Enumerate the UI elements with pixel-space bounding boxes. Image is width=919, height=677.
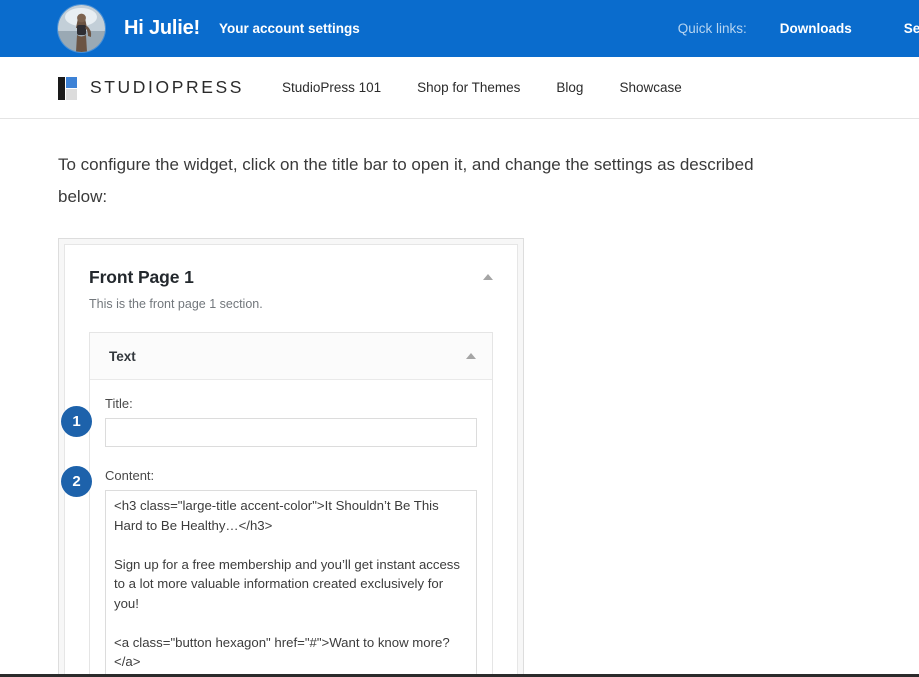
section-description: This is the front page 1 section.: [89, 297, 263, 311]
studiopress-logo-icon: [58, 76, 78, 100]
main-navigation: STUDIOPRESS StudioPress 101 Shop for The…: [0, 57, 919, 119]
account-bar: Hi Julie! Your account settings Quick li…: [0, 0, 919, 57]
article-content: To configure the widget, click on the ti…: [0, 119, 919, 674]
customizer-inner-panel: Front Page 1 This is the front page 1 se…: [64, 244, 518, 674]
account-settings-link[interactable]: Your account settings: [219, 21, 360, 36]
nav-item-blog[interactable]: Blog: [556, 80, 583, 95]
content-textarea[interactable]: <h3 class="large-title accent-color">It …: [105, 490, 477, 674]
title-field-label: Title:: [105, 396, 133, 411]
brand-logo-link[interactable]: STUDIOPRESS: [58, 76, 245, 100]
section-collapse-caret-icon[interactable]: [483, 274, 493, 280]
text-widget-header[interactable]: Text: [90, 333, 492, 380]
greeting-text: Hi Julie!: [124, 17, 200, 39]
quick-links-group: Quick links: Downloads Setu: [678, 21, 919, 36]
nav-item-studiopress-101[interactable]: StudioPress 101: [282, 80, 381, 95]
text-widget-body: Title: Content: <h3 class="large-title a…: [90, 380, 492, 674]
text-widget: Text Title: Content: <h3 class="large-ti…: [89, 332, 493, 674]
quick-links-label: Quick links:: [677, 21, 747, 36]
title-input[interactable]: [105, 418, 477, 447]
text-widget-title: Text: [109, 348, 136, 364]
page-root: Hi Julie! Your account settings Quick li…: [0, 0, 919, 677]
intro-paragraph: To configure the widget, click on the ti…: [58, 155, 754, 206]
section-header[interactable]: Front Page 1 This is the front page 1 se…: [89, 267, 493, 311]
nav-item-showcase[interactable]: Showcase: [619, 80, 681, 95]
widget-screenshot-figure: 1 2 Front Page 1 This is the front page …: [58, 238, 524, 674]
quick-link-downloads[interactable]: Downloads: [780, 21, 852, 36]
brand-name: STUDIOPRESS: [90, 77, 245, 97]
content-field-label: Content:: [105, 468, 155, 483]
section-title: Front Page 1: [89, 267, 194, 287]
quick-link-setup[interactable]: Setu: [904, 21, 919, 36]
widget-collapse-caret-icon[interactable]: [466, 353, 476, 359]
customizer-outer-panel: Front Page 1 This is the front page 1 se…: [58, 238, 524, 674]
callout-badge-1: 1: [61, 406, 92, 437]
avatar[interactable]: [58, 5, 105, 52]
nav-item-shop-for-themes[interactable]: Shop for Themes: [417, 80, 520, 95]
callout-badge-2: 2: [61, 466, 92, 497]
